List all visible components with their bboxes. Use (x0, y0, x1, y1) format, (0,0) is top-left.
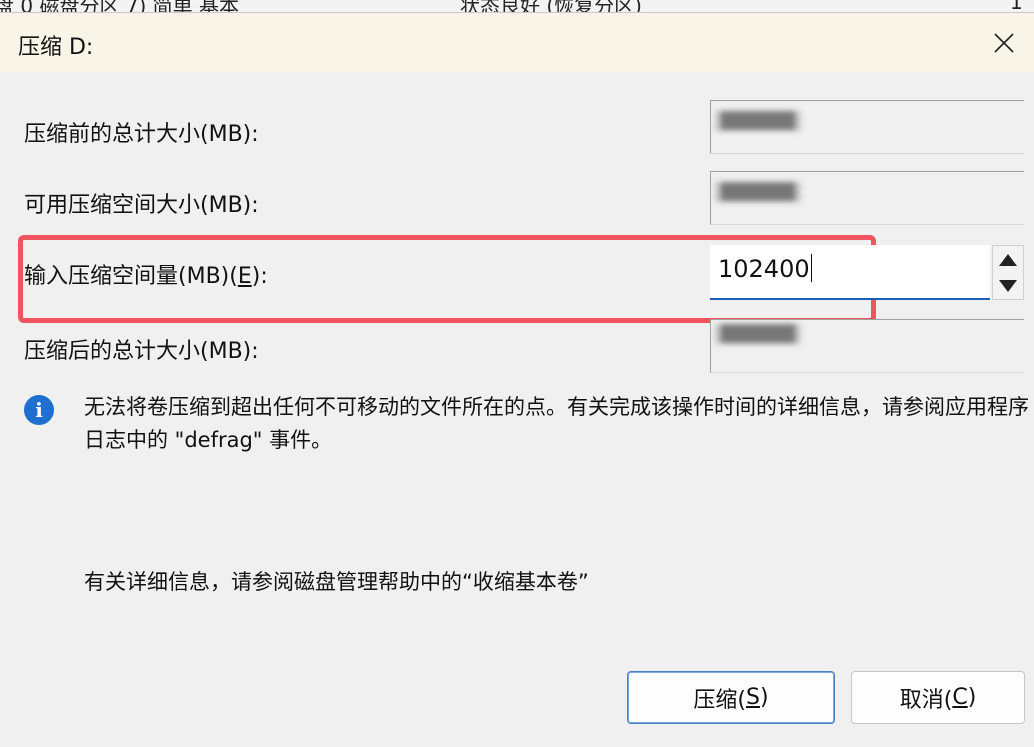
shrink-button-prefix: 压缩( (693, 687, 747, 713)
spin-up-button[interactable] (993, 247, 1023, 273)
shrink-button-access-key: S (746, 685, 760, 710)
text-caret (810, 254, 812, 282)
total-before-value: ██████ (715, 111, 801, 131)
cancel-button-prefix: 取消( (899, 687, 953, 713)
total-after-value: ██████ (715, 324, 801, 344)
shrink-amount-label-prefix: 输入压缩空间量(MB)( (24, 264, 238, 289)
triangle-down-icon (999, 280, 1017, 292)
shrink-dialog: 压缩 D: 压缩前的总计大小(MB): ██████ 可用压缩空间大小(MB):… (0, 12, 1034, 747)
close-button[interactable] (974, 13, 1034, 72)
spin-down-button[interactable] (993, 273, 1023, 299)
shrink-amount-label: 输入压缩空间量(MB)(E): (24, 258, 268, 290)
dialog-title: 压缩 D: (18, 35, 94, 60)
available-space-value: ██████ (715, 182, 801, 202)
total-before-field: ██████ (710, 100, 1024, 154)
shrink-button[interactable]: 压缩(S) (627, 671, 835, 724)
shrink-amount-value: 102400 (718, 255, 810, 283)
close-icon (994, 32, 1014, 53)
shrink-button-suffix: ) (759, 685, 769, 710)
shrink-amount-spinner[interactable] (992, 245, 1024, 300)
shrink-amount-label-suffix: ): (251, 264, 268, 289)
shrink-amount-input[interactable]: 102400 (710, 245, 990, 300)
cancel-button-access-key: C (952, 685, 968, 710)
total-after-field: ██████ (710, 319, 1024, 373)
info-message: 无法将卷压缩到超出任何不可移动的文件所在的点。有关完成该操作时间的详细信息，请参… (84, 395, 1029, 452)
available-space-label: 可用压缩空间大小(MB): (24, 193, 259, 218)
help-text: 有关详细信息，请参阅磁盘管理帮助中的“收缩基本卷” (84, 570, 589, 594)
triangle-up-icon (999, 254, 1017, 266)
cancel-button-suffix: ) (967, 685, 977, 710)
title-bar: 压缩 D: (0, 13, 1034, 72)
info-icon: i (24, 395, 54, 425)
cancel-button[interactable]: 取消(C) (851, 671, 1025, 724)
available-space-field: ██████ (710, 171, 1024, 225)
shrink-amount-access-key: E (237, 264, 252, 289)
total-after-label: 压缩后的总计大小(MB): (24, 339, 259, 364)
total-before-label: 压缩前的总计大小(MB): (24, 122, 259, 147)
